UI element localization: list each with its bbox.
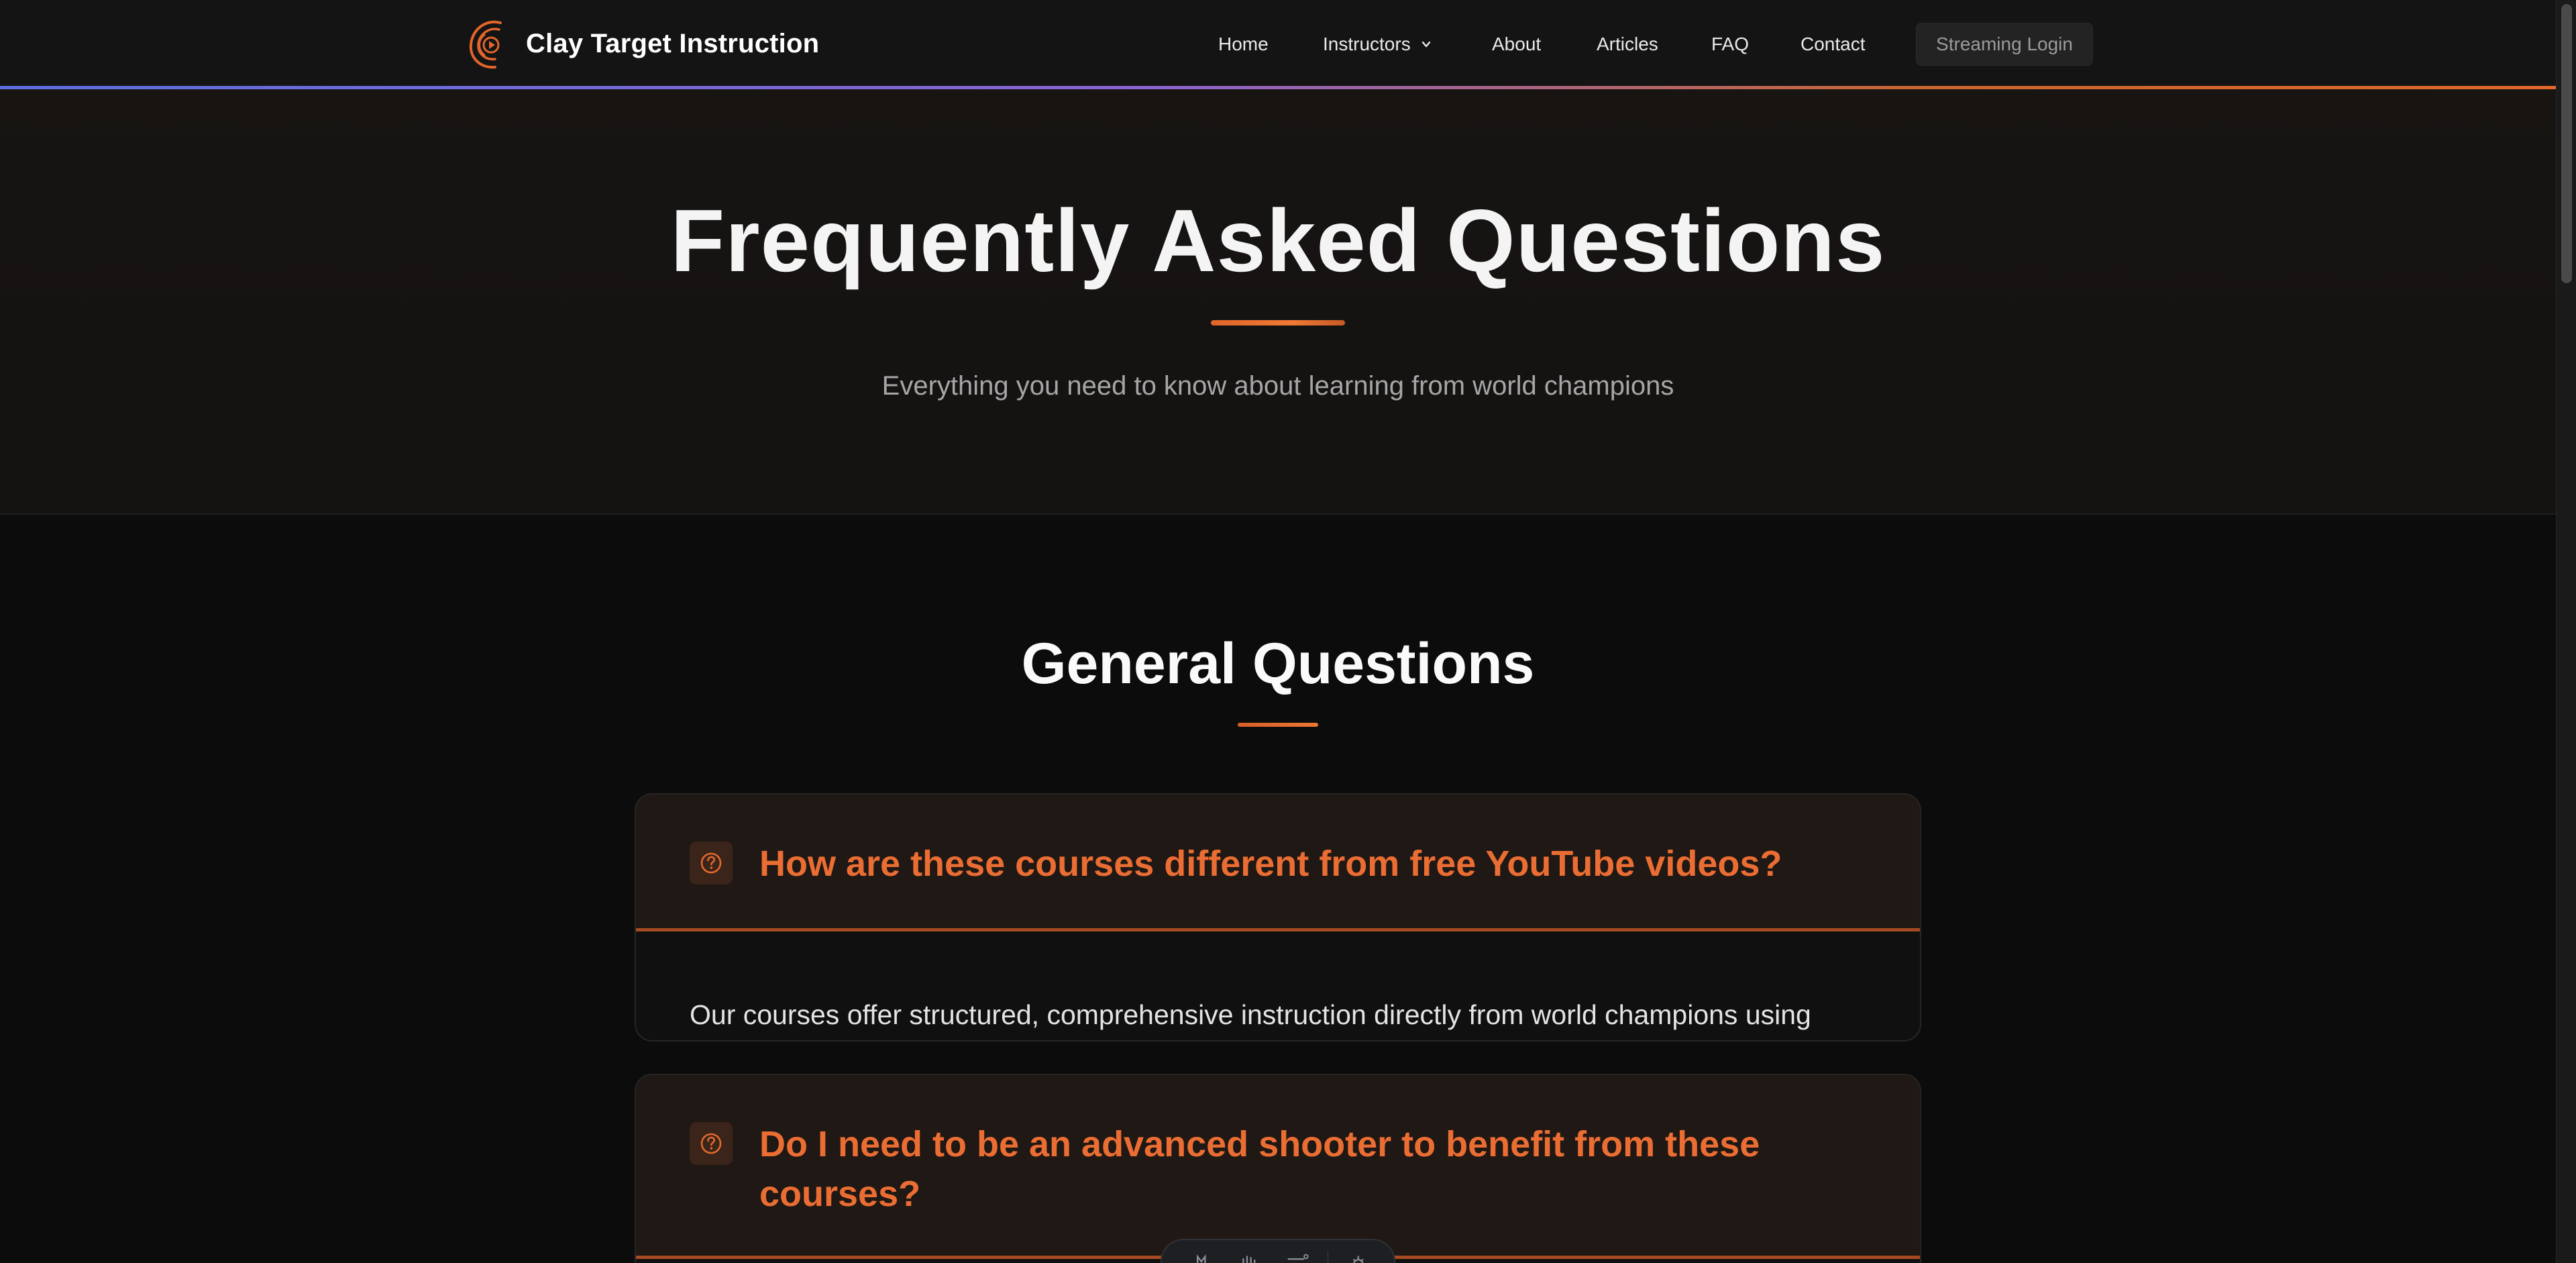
toolbar-divider <box>1327 1251 1329 1263</box>
pointer-icon[interactable] <box>1189 1251 1214 1263</box>
section-underline <box>1238 723 1318 727</box>
section-title: General Questions <box>1021 632 1535 696</box>
title-underline <box>1211 320 1345 325</box>
faq-question: Do I need to be an advanced shooter to b… <box>759 1124 1760 1214</box>
top-navigation: Clay Target Instruction Home Instructors… <box>0 0 2556 87</box>
nav-link-contact[interactable]: Contact <box>1801 30 1866 59</box>
nav-links: Home Instructors About Articles FAQ Cont… <box>0 30 2556 59</box>
faq-question-toggle[interactable]: Do I need to be an advanced shooter to b… <box>636 1075 1920 1259</box>
question-circle-icon <box>690 1122 733 1165</box>
faq-question: How are these courses different from fre… <box>759 844 1782 884</box>
faq-question-toggle[interactable]: How are these courses different from fre… <box>636 795 1920 931</box>
faq-answer: Our courses offer structured, comprehens… <box>690 999 1811 1030</box>
nav-link-home[interactable]: Home <box>1218 30 1269 59</box>
scrollbar-thumb[interactable] <box>2561 4 2572 283</box>
chevron-down-icon <box>1421 41 1430 48</box>
question-circle-icon <box>690 842 733 885</box>
nav-link-instructors-label: Instructors <box>1323 34 1411 54</box>
hand-icon[interactable] <box>1237 1251 1263 1263</box>
hero-section: Frequently Asked Questions Everything yo… <box>0 89 2556 515</box>
nav-link-instructors[interactable]: Instructors <box>1323 30 1431 59</box>
streaming-login-button[interactable]: Streaming Login <box>1916 23 2093 66</box>
nav-link-articles[interactable]: Articles <box>1597 30 1658 59</box>
menu-icon[interactable] <box>1285 1251 1310 1263</box>
nav-link-faq[interactable]: FAQ <box>1711 30 1749 59</box>
page-title: Frequently Asked Questions <box>670 191 1886 290</box>
nav-link-about[interactable]: About <box>1492 30 1541 59</box>
faq-item: How are these courses different from fre… <box>635 793 1921 1042</box>
page: Clay Target Instruction Home Instructors… <box>0 0 2576 1263</box>
page-scrollbar[interactable] <box>2556 0 2576 1263</box>
page-subtitle: Everything you need to know about learni… <box>881 371 1674 401</box>
floating-toolbar <box>1161 1239 1395 1263</box>
gear-icon[interactable] <box>1346 1251 1371 1263</box>
faq-item: Do I need to be an advanced shooter to b… <box>635 1074 1921 1263</box>
